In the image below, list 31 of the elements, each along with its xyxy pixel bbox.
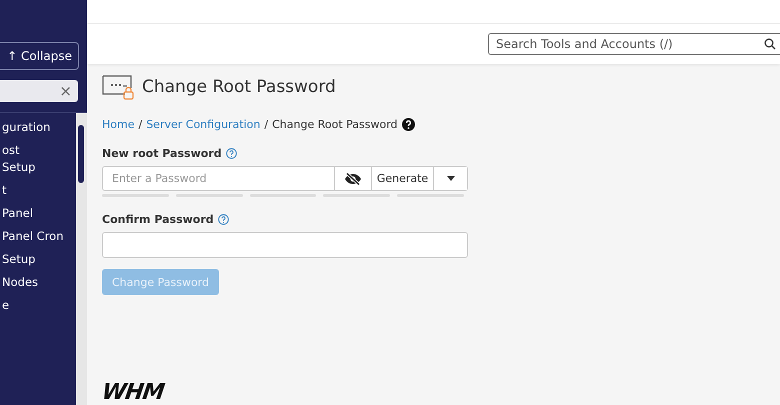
sidebar-item[interactable]: e [0,297,76,314]
search-icon[interactable] [764,38,776,50]
help-icon[interactable] [402,118,415,131]
confirm-password-field[interactable] [102,232,468,258]
breadcrumb-link[interactable]: Home [102,118,134,131]
sidebar-filter-field[interactable]: × [0,80,78,102]
sidebar-item[interactable]: t [0,182,76,199]
clear-button[interactable]: × [59,82,72,100]
collapse-button[interactable]: ↑ Collapse [0,42,79,70]
password-field[interactable]: Enter a Password Generate [102,166,468,191]
logo: WHM [100,380,166,405]
eye-slash-icon [344,172,362,184]
search-input[interactable]: Search Tools and Accounts (/) [494,36,764,52]
password-lock-icon [102,74,134,100]
breadcrumb-current: Change Root Password [272,118,398,131]
sidebar-item[interactable]: guration [0,119,76,136]
field-label: Confirm Password [102,213,214,226]
sidebar-item[interactable]: ost Setup [0,142,76,176]
breadcrumb-separator: / [264,118,268,131]
sidebar-item[interactable]: Setup [0,251,76,268]
caret-icon [446,176,454,181]
sidebar-item[interactable]: Panel Cron [0,228,76,245]
search-field[interactable]: Search Tools and Accounts (/) [488,32,780,55]
breadcrumb-link[interactable]: Server Configuration [146,118,260,131]
page-title: Change Root Password [142,77,336,97]
sidebar-item[interactable]: Panel [0,205,76,222]
field-label: New root Password [102,147,222,160]
scrollbar[interactable] [76,113,87,405]
sidebar-item[interactable]: Nodes [0,274,76,291]
generate-options-button[interactable] [433,167,467,190]
breadcrumb-separator: / [138,118,142,131]
